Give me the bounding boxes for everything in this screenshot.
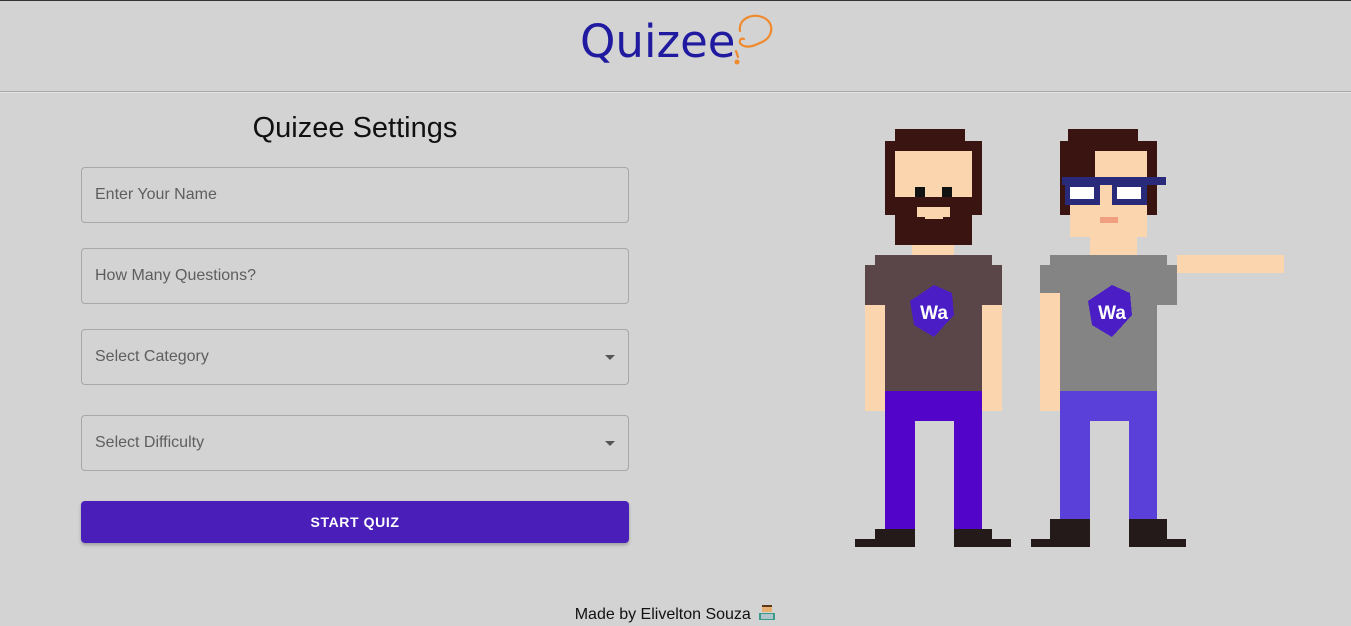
technologist-emoji-icon [758,605,776,621]
bearded-character: Wa [855,129,1011,547]
category-select[interactable]: Select Category [81,329,629,385]
pixel-characters-illustration: Wa Wa [850,125,1300,560]
footer-credit: Made by Elivelton Souza [574,606,751,623]
page-title: Quizee Settings [252,112,458,144]
start-quiz-button[interactable]: START QUIZ [81,501,629,543]
footer: Made by Elivelton Souza [0,605,1351,624]
name-input[interactable] [82,168,628,222]
questions-field[interactable] [81,248,629,304]
quizee-logo[interactable]: Quizee [580,7,780,71]
difficulty-select[interactable]: Select Difficulty [81,415,629,471]
name-field[interactable] [81,167,629,223]
logo-text: Quizee [580,15,736,68]
questions-input[interactable] [82,249,628,303]
chevron-down-icon [605,355,615,360]
difficulty-select-label: Select Difficulty [95,434,205,451]
category-select-label: Select Category [95,348,209,365]
glasses-character: Wa [1031,129,1284,547]
chevron-down-icon [605,441,615,446]
app-header: Quizee [0,1,1351,92]
question-mark-icon [734,14,773,65]
left-badge: Wa [920,303,948,324]
right-badge: Wa [1098,303,1126,324]
